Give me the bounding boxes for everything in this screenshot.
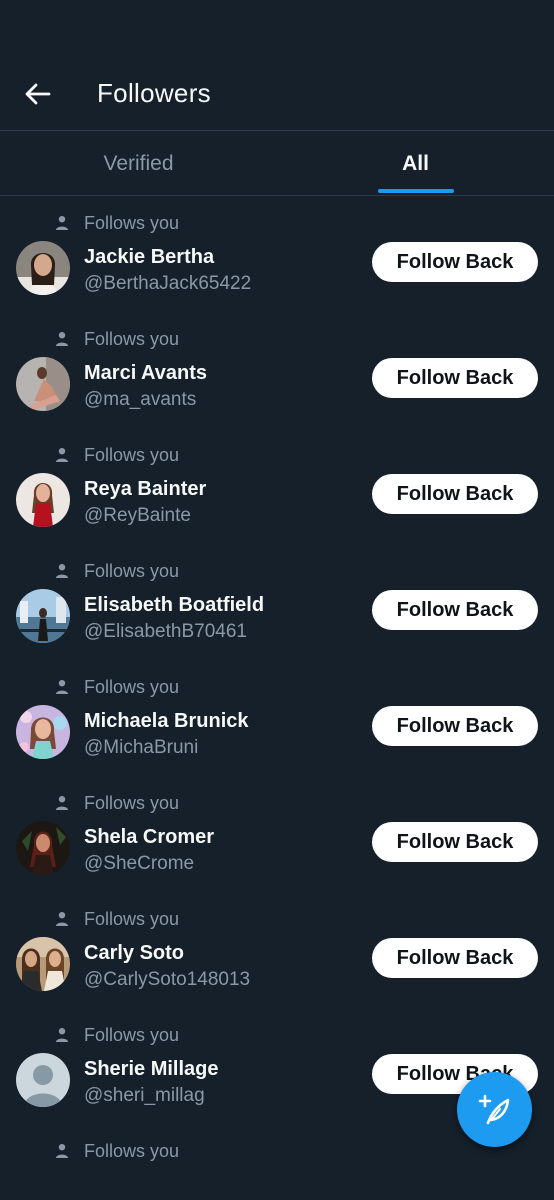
avatar[interactable] (16, 473, 70, 527)
tab-bar: Verified All (0, 130, 554, 196)
person-icon (56, 216, 68, 230)
back-button[interactable] (18, 76, 58, 112)
follow-back-button[interactable]: Follow Back (372, 822, 538, 862)
tab-verified[interactable]: Verified (0, 131, 277, 196)
follower-row[interactable]: Follows you Shela Cromer @SheCrome Follo… (0, 776, 554, 892)
follows-you-label: Follows you (84, 676, 180, 697)
follows-you-label: Follows you (84, 212, 180, 233)
follows-you-line: Follows you (54, 1024, 179, 1046)
follow-back-button[interactable]: Follow Back (372, 706, 538, 746)
follow-back-button[interactable]: Follow Back (372, 242, 538, 282)
display-name: Marci Avants (84, 362, 208, 384)
person-icon (56, 448, 68, 462)
user-handle: @SheCrome (84, 853, 195, 874)
display-name: Carly Soto (84, 942, 185, 964)
person-icon (56, 1144, 68, 1158)
follows-you-line: Follows you (54, 792, 179, 814)
tab-label: Verified (103, 151, 174, 175)
follows-you-label: Follows you (84, 1024, 180, 1045)
follow-back-button[interactable]: Follow Back (372, 590, 538, 630)
person-icon (56, 912, 68, 926)
follows-you-line: Follows you (54, 560, 179, 582)
avatar[interactable] (16, 821, 70, 875)
follower-row[interactable]: Follows you Marci Avants @ma_avants Foll… (0, 312, 554, 428)
user-handle: @CarlySoto148013 (84, 969, 251, 990)
person-icon (56, 332, 68, 346)
follows-you-line: Follows you (54, 328, 179, 350)
display-name: Shela Cromer (84, 826, 215, 848)
arrow-left-icon (25, 83, 51, 105)
default-avatar[interactable] (16, 1053, 70, 1107)
person-icon (56, 1028, 68, 1042)
followers-list: Follows you Jackie Bertha @BerthaJack654… (0, 196, 554, 1200)
tab-all[interactable]: All (277, 131, 554, 196)
display-name: Michaela Brunick (84, 710, 249, 732)
person-icon (56, 680, 68, 694)
follow-back-button[interactable]: Follow Back (372, 938, 538, 978)
follows-you-label: Follows you (84, 908, 180, 929)
user-handle: @MichaBruni (84, 737, 199, 758)
follow-back-button[interactable]: Follow Back (372, 474, 538, 514)
follower-row[interactable]: Follows you Carly Soto @CarlySoto148013 … (0, 892, 554, 1008)
follows-you-line: Follows you (54, 1140, 179, 1162)
follows-you-label: Follows you (84, 328, 180, 349)
avatar[interactable] (16, 241, 70, 295)
follower-row[interactable]: Follows you Reya Bainter @ReyBainte Foll… (0, 428, 554, 544)
tab-label: All (402, 151, 429, 175)
follower-row[interactable]: Follows you Jackie Bertha @BerthaJack654… (0, 196, 554, 312)
follower-row[interactable]: Follows you Michaela Brunick @MichaBruni… (0, 660, 554, 776)
display-name: Reya Bainter (84, 478, 207, 500)
person-icon (56, 564, 68, 578)
user-handle: @BerthaJack65422 (84, 273, 252, 294)
avatar[interactable] (16, 937, 70, 991)
display-name: Elisabeth Boatfield (84, 594, 265, 616)
follows-you-label: Follows you (84, 560, 180, 581)
active-tab-indicator (378, 189, 454, 193)
follows-you-line: Follows you (54, 444, 179, 466)
user-handle: @sheri_millag (84, 1085, 205, 1106)
follows-you-label: Follows you (84, 792, 180, 813)
compose-post-icon (478, 1094, 509, 1124)
follower-row[interactable]: Follows you Elisabeth Boatfield @Elisabe… (0, 544, 554, 660)
avatar[interactable] (16, 357, 70, 411)
display-name: Jackie Bertha (84, 246, 215, 268)
compose-post-button[interactable] (457, 1072, 532, 1147)
user-handle: @ReyBainte (84, 505, 191, 526)
user-handle: @ElisabethB70461 (84, 621, 247, 642)
avatar[interactable] (16, 589, 70, 643)
person-icon (56, 796, 68, 810)
display-name: Sherie Millage (84, 1058, 219, 1080)
follows-you-line: Follows you (54, 212, 179, 234)
avatar[interactable] (16, 705, 70, 759)
follows-you-label: Follows you (84, 444, 180, 465)
follows-you-line: Follows you (54, 676, 179, 698)
follows-you-label: Follows you (84, 1140, 180, 1161)
page-title: Followers (97, 78, 211, 108)
follow-back-button[interactable]: Follow Back (372, 358, 538, 398)
user-handle: @ma_avants (84, 389, 197, 410)
follows-you-line: Follows you (54, 908, 179, 930)
top-app-bar: Followers (0, 0, 554, 130)
